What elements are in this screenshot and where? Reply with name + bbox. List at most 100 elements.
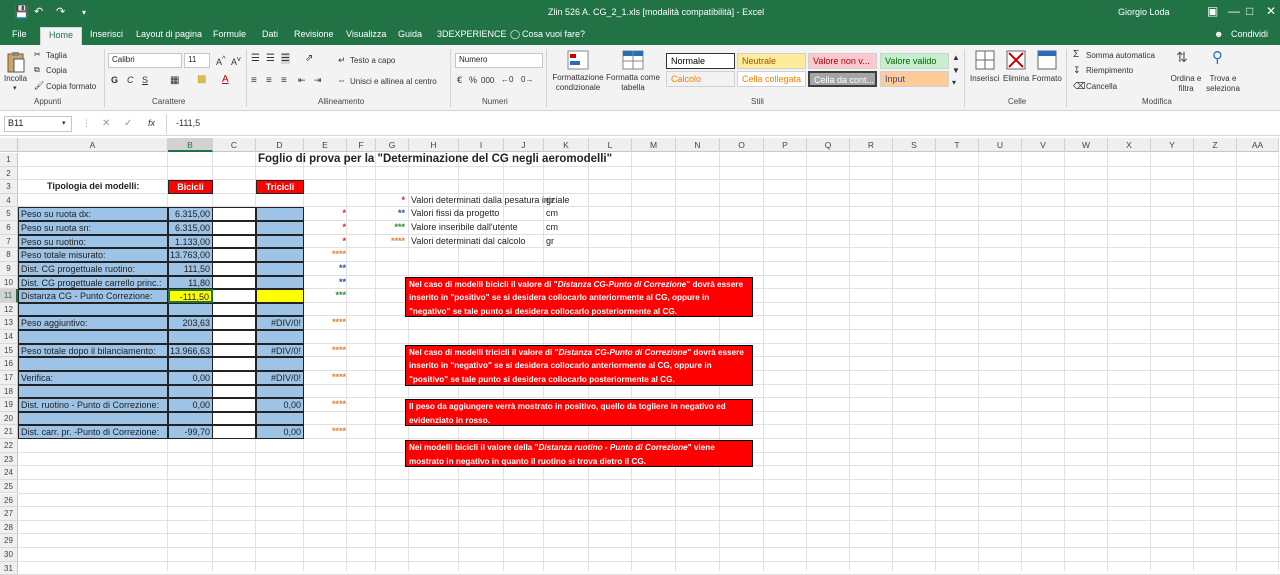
empty-blue-row[interactable] [18,384,168,399]
bicicli-value[interactable]: 111,50 [168,261,213,276]
selected-cell-b11[interactable]: -111,50 [168,289,213,303]
row-header-5[interactable]: 5 [0,207,18,222]
tricicli-value[interactable] [256,234,304,249]
empty-c-cell[interactable] [213,234,256,249]
empty-blue-row[interactable] [256,384,304,399]
decrease-decimal-icon[interactable]: 0→ [521,75,533,84]
confirm-entry-icon[interactable]: ✓ [124,118,132,129]
increase-decimal-icon[interactable]: ←0 [501,75,513,84]
empty-c-cell[interactable] [213,316,256,331]
bicicli-value[interactable]: 13.763,00 [168,248,213,262]
tricicli-value[interactable] [256,261,304,276]
row-header-16[interactable]: 16 [0,357,18,371]
wrap-text-icon[interactable]: ↵ [338,55,346,66]
column-header-h[interactable]: H [409,138,459,152]
format-as-table-icon[interactable] [622,50,644,70]
column-header-v[interactable]: V [1022,138,1065,152]
empty-c-cell[interactable] [213,370,256,385]
row-header-14[interactable]: 14 [0,330,18,344]
column-header-r[interactable]: R [850,138,893,152]
empty-c-cell[interactable] [213,302,256,317]
row-header-22[interactable]: 22 [0,439,18,453]
column-header-l[interactable]: L [589,138,632,152]
tab-file[interactable]: File [12,29,27,39]
bold-button[interactable]: G [111,75,118,85]
empty-blue-row[interactable] [168,357,213,371]
bicicli-value[interactable]: 11,80 [168,275,213,290]
row-label[interactable]: Dist. ruotino - Punto di Correzione: [18,398,168,412]
empty-blue-row[interactable] [168,302,213,317]
cut-button[interactable]: Taglia [46,51,67,60]
ribbon-display-icon[interactable]: ▣ [1207,4,1218,18]
decrease-font-icon[interactable]: Av [231,54,241,67]
row-header-10[interactable]: 10 [0,275,18,290]
insert-function-icon[interactable]: fx [148,118,155,128]
empty-c-cell[interactable] [213,343,256,358]
bicicli-value[interactable]: 203,63 [168,316,213,331]
tricicli-value[interactable] [256,289,304,303]
align-right-icon[interactable]: ≡ [281,75,287,86]
row-label[interactable]: Peso su ruota sn: [18,221,168,235]
delete-cells-button[interactable]: Elimina [1003,74,1029,83]
legend-text[interactable]: Valori determinati dal calcolo [409,235,525,249]
increase-indent-icon[interactable]: ⇥ [314,75,322,86]
format-as-table-button[interactable]: Formatta come tabella [604,73,662,93]
tricicli-value[interactable]: #DIV/0! [256,316,304,331]
column-header-w[interactable]: W [1065,138,1108,152]
minimize-icon[interactable]: — [1228,4,1240,18]
copy-button[interactable]: Copia [46,66,67,75]
bicicli-value[interactable]: -99,70 [168,425,213,439]
bicicli-value[interactable]: 1.133,00 [168,234,213,249]
paste-dropdown-icon[interactable]: ▾ [13,84,17,92]
align-top-icon[interactable]: ☰ [251,53,260,64]
formula-input-area[interactable]: -111,5 [166,114,1278,134]
row-header-17[interactable]: 17 [0,370,18,385]
row-label[interactable]: Verifica: [18,370,168,385]
row-header-18[interactable]: 18 [0,384,18,399]
row-label[interactable]: Peso su ruota dx: [18,207,168,222]
wrap-text-button[interactable]: Testo a capo [350,56,395,65]
legend-unit[interactable]: cm [544,221,558,235]
cancel-entry-icon[interactable]: ✕ [102,118,110,129]
row-header-31[interactable]: 31 [0,561,18,575]
empty-blue-row[interactable] [18,302,168,317]
bicicli-header[interactable]: Bicicli [168,180,213,194]
empty-c-cell[interactable] [213,398,256,412]
empty-c-cell[interactable] [213,384,256,399]
tab-data[interactable]: Dati [262,29,278,39]
tricicli-header[interactable]: Tricicli [256,180,304,194]
empty-c-cell[interactable] [213,330,256,344]
cell-style-3[interactable]: Valore non v... [808,53,877,69]
row-label[interactable]: Dist. CG progettuale carrello princ.: [18,275,168,290]
tricicli-value[interactable] [256,248,304,262]
paste-button[interactable]: Incolla [4,74,27,83]
paste-icon[interactable] [6,51,26,73]
row-header-1[interactable]: 1 [0,153,18,167]
align-left-icon[interactable]: ≡ [251,75,257,86]
clear-icon[interactable]: ⌫ [1073,81,1086,92]
column-header-a[interactable]: A [18,138,168,152]
legend-text[interactable]: Valore inseribile dall'utente [409,221,518,235]
tipologia-label[interactable]: Tipologia dei modelli: [47,180,139,194]
autosum-icon[interactable]: Σ [1073,49,1079,60]
formula-input[interactable]: -111,5 [176,118,200,128]
tricicli-value[interactable] [256,207,304,222]
row-header-24[interactable]: 24 [0,466,18,480]
insert-cells-icon[interactable] [975,50,995,70]
find-select-button[interactable]: Trova e seleziona [1203,74,1243,94]
row-header-13[interactable]: 13 [0,316,18,331]
empty-blue-row[interactable] [256,411,304,426]
bicicli-value[interactable]: 0,00 [168,370,213,385]
row-label[interactable]: Peso totale dopo il bilanciamento: [18,343,168,358]
cut-icon[interactable]: ✂ [34,50,41,59]
format-cells-button[interactable]: Formato [1032,74,1062,83]
row-label[interactable]: Dist. CG progettuale ruotino: [18,261,168,276]
empty-c-cell[interactable] [213,275,256,290]
font-size-select[interactable]: 11 [184,53,210,68]
tricicli-value[interactable]: #DIV/0! [256,370,304,385]
tab-page-layout[interactable]: Layout di pagina [136,29,202,39]
format-painter-button[interactable]: Copia formato [46,82,96,91]
styles-more-icon[interactable]: ▾ [952,78,956,87]
share-icon[interactable]: ☻ [1214,29,1223,39]
row-label[interactable]: Peso totale misurato: [18,248,168,262]
